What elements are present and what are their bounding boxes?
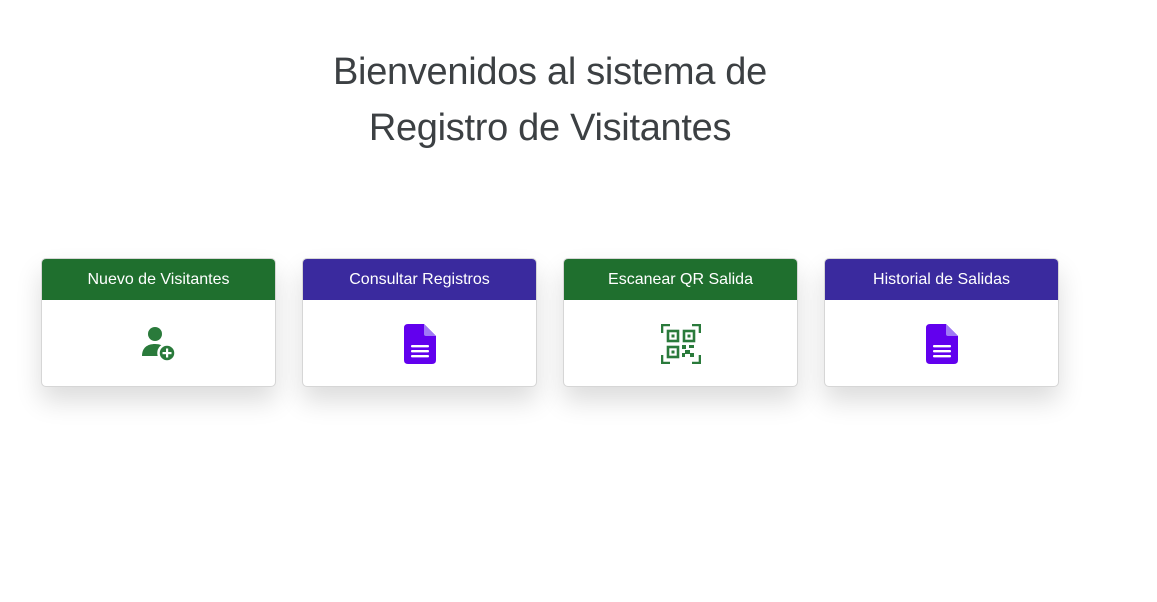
card-body [825,300,1058,386]
card-historial-salidas[interactable]: Historial de Salidas [824,258,1059,387]
card-title: Historial de Salidas [873,270,1010,288]
card-consultar-registros[interactable]: Consultar Registros [302,258,537,387]
document-icon[interactable] [925,324,958,364]
card-body [303,300,536,386]
card-header: Escanear QR Salida [564,259,797,300]
user-plus-icon[interactable] [140,326,178,362]
card-body [564,300,797,386]
card-header: Consultar Registros [303,259,536,300]
qr-scan-icon[interactable] [660,324,701,364]
title-line-1: Bienvenidos al sistema de [333,51,767,93]
page: Bienvenidos al sistema de Registro de Vi… [0,0,1157,602]
card-title: Nuevo de Visitantes [87,270,230,288]
card-escanear-qr[interactable]: Escanear QR Salida [563,258,798,387]
card-header: Nuevo de Visitantes [42,259,275,300]
card-title: Escanear QR Salida [608,270,753,288]
page-title: Bienvenidos al sistema de Registro de Vi… [300,44,800,156]
menu-cards: Nuevo de Visitantes Consultar Registros [41,258,1085,387]
title-line-2: Registro de Visitantes [368,107,732,149]
card-title: Consultar Registros [349,270,490,288]
card-nuevo-visitantes[interactable]: Nuevo de Visitantes [41,258,276,387]
card-header: Historial de Salidas [825,259,1058,300]
document-icon[interactable] [403,324,436,364]
card-body [42,300,275,386]
